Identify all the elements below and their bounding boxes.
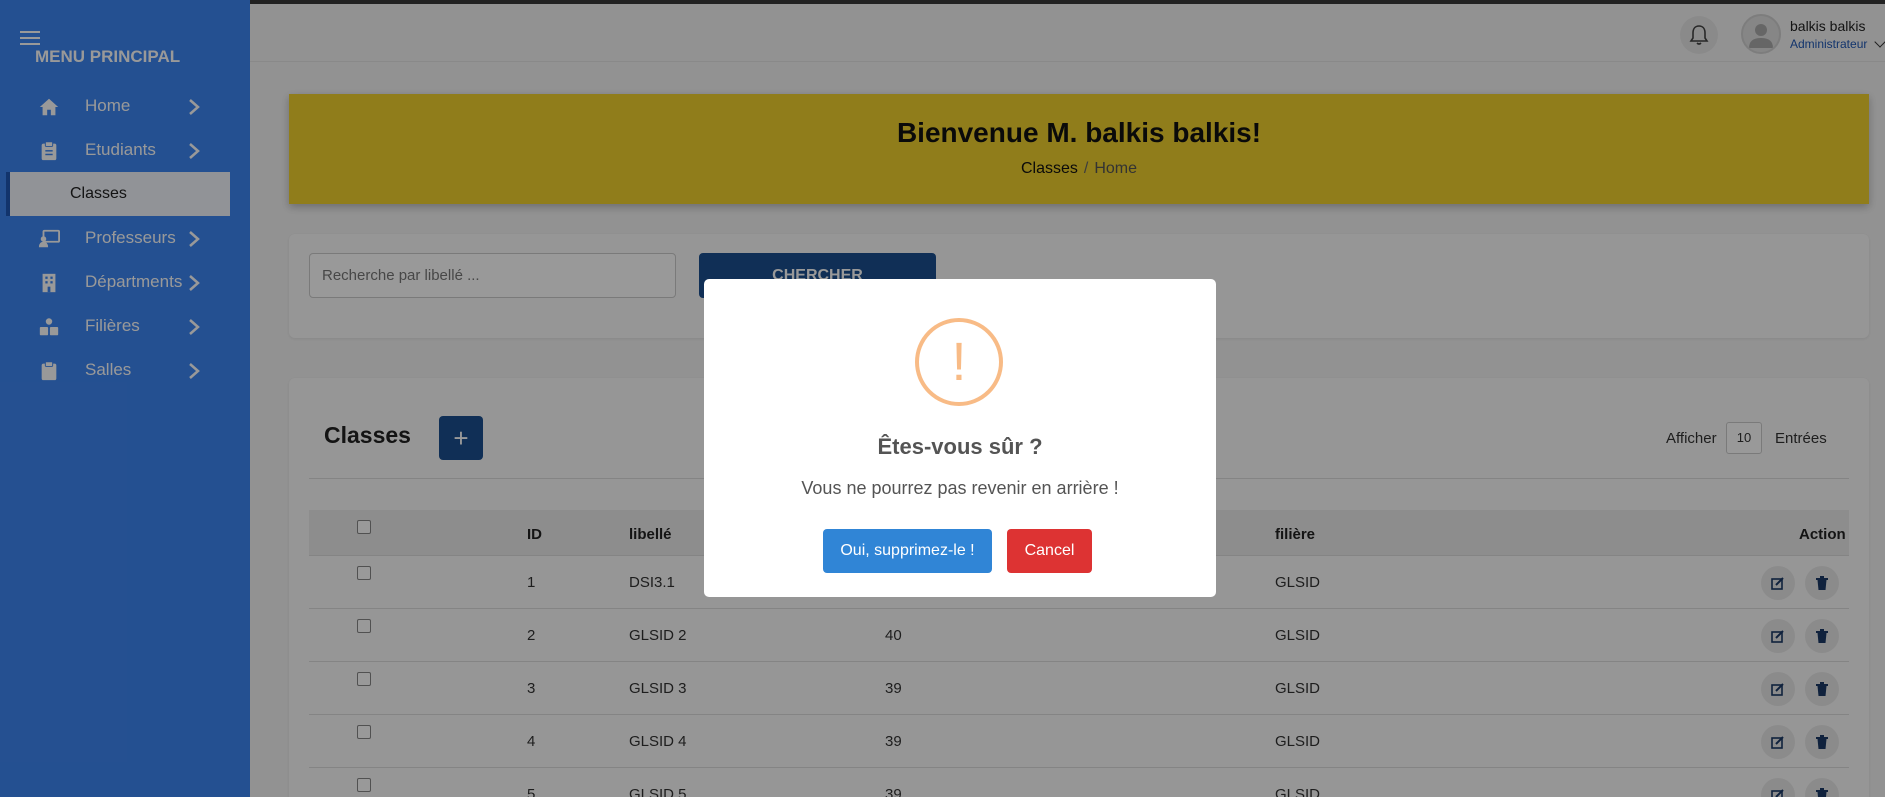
dialog-message: Vous ne pourrez pas revenir en arrière !	[801, 478, 1119, 498]
dialog-title: Êtes-vous sûr ?	[877, 434, 1043, 459]
cancel-button[interactable]: Cancel	[1007, 529, 1092, 573]
confirm-delete-button[interactable]: Oui, supprimez-le !	[823, 529, 992, 573]
warning-icon: !	[915, 318, 1003, 406]
confirm-delete-dialog: ! Êtes-vous sûr ? Vous ne pourrez pas re…	[704, 279, 1216, 597]
